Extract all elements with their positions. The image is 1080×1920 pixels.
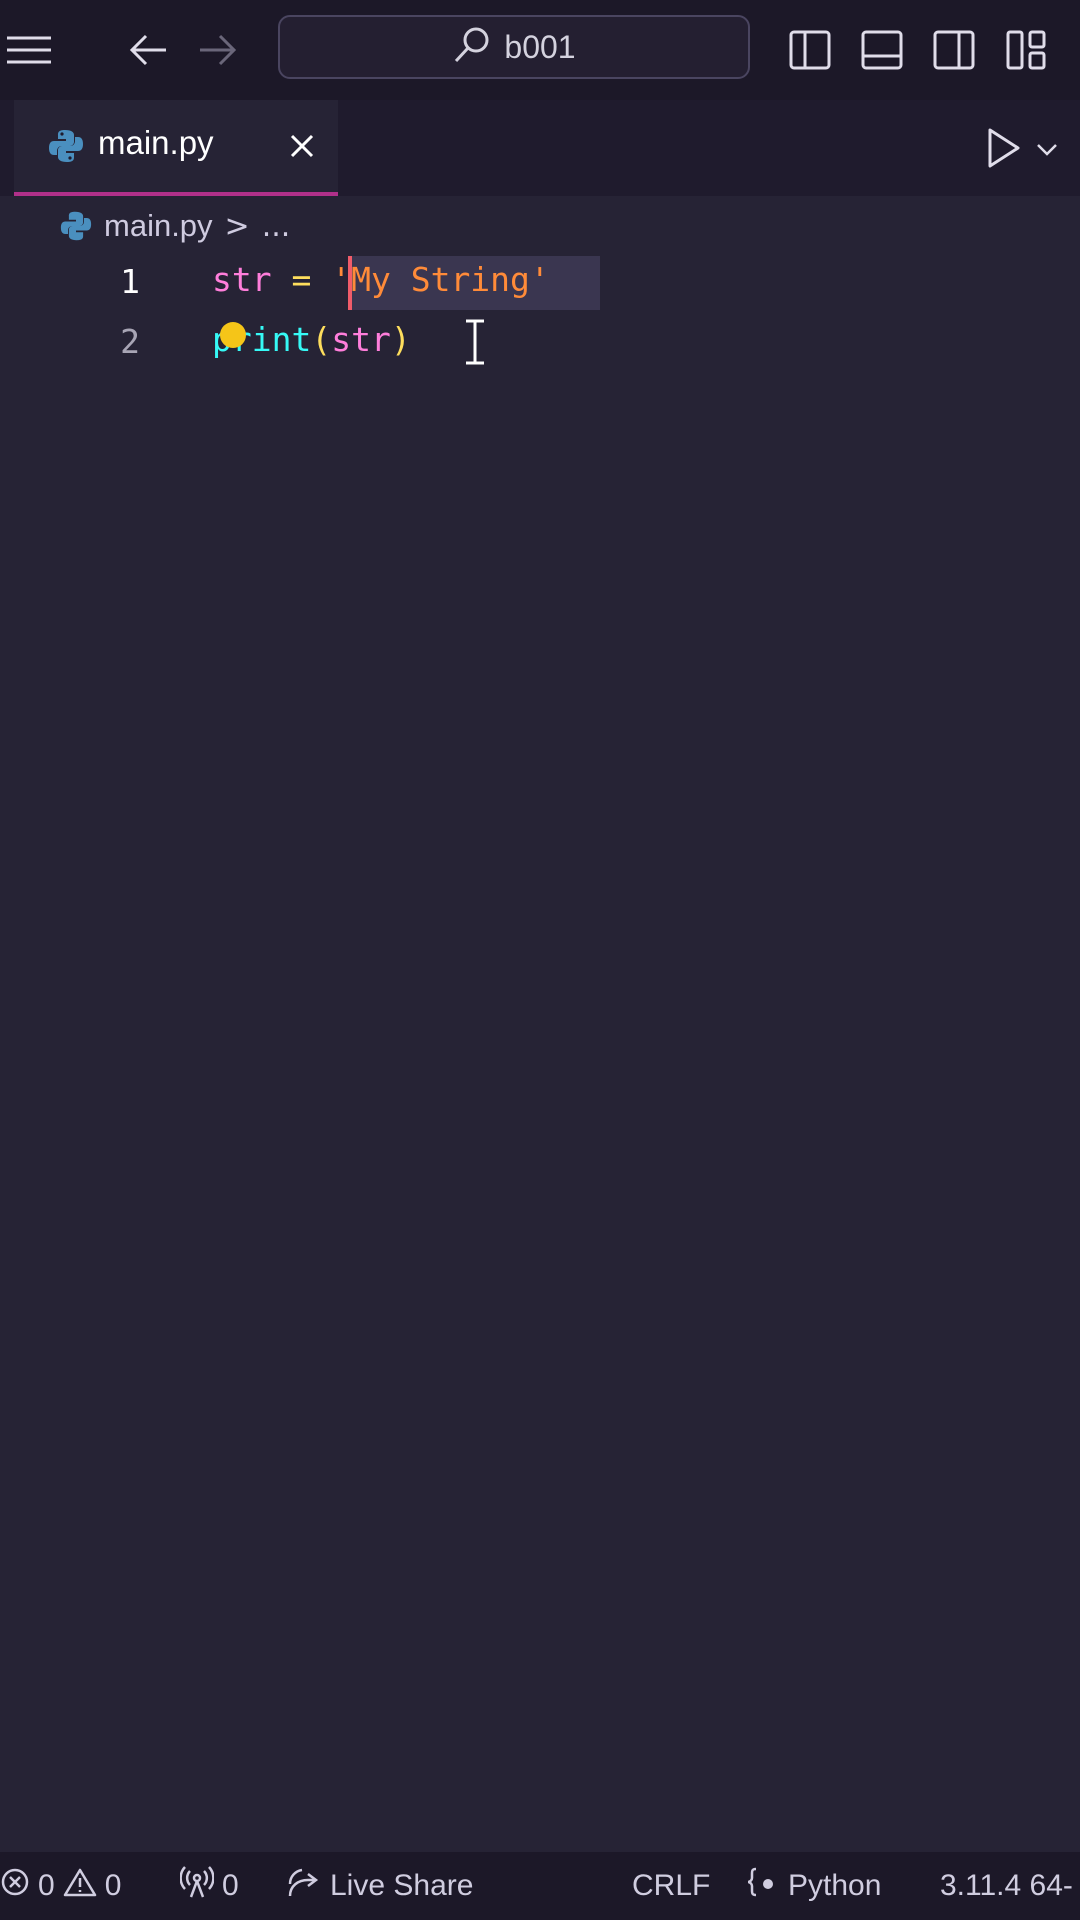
chevron-down-icon[interactable] xyxy=(1032,134,1062,164)
python-file-icon xyxy=(48,128,84,164)
live-share-button[interactable]: Live Share xyxy=(286,1852,473,1920)
warning-icon xyxy=(63,1867,97,1905)
toggle-secondary-sidebar-icon[interactable] xyxy=(930,26,978,74)
toggle-panel-icon[interactable] xyxy=(858,26,906,74)
argument-token: str xyxy=(331,320,391,359)
interpreter-label: 3.11.4 64- xyxy=(940,1869,1073,1902)
back-arrow-icon[interactable] xyxy=(120,22,176,78)
code-line[interactable]: 2 print(str) xyxy=(0,312,1080,372)
tab-main-py[interactable]: main.py xyxy=(14,100,338,196)
toggle-primary-sidebar-icon[interactable] xyxy=(786,26,834,74)
ports-count: 0 xyxy=(222,1869,239,1902)
code-line[interactable]: 1 str = 'My String' xyxy=(0,252,1080,312)
eol-indicator[interactable]: CRLF xyxy=(632,1852,710,1920)
tab-label: main.py xyxy=(98,124,214,161)
warning-count: 0 xyxy=(104,1869,122,1902)
interpreter-version[interactable]: 3.11.4 64- xyxy=(940,1852,1073,1920)
run-icon[interactable] xyxy=(984,126,1024,170)
error-icon xyxy=(0,1867,30,1905)
text-cursor-icon xyxy=(462,318,488,366)
close-icon[interactable] xyxy=(282,126,322,166)
paren-token: ) xyxy=(390,320,411,359)
error-count: 0 xyxy=(38,1869,55,1902)
eol-label: CRLF xyxy=(632,1869,711,1902)
live-share-icon xyxy=(286,1866,322,1906)
language-label: Python xyxy=(788,1869,882,1902)
menu-icon[interactable] xyxy=(0,22,56,78)
title-bar: b001 xyxy=(0,0,1080,100)
breadcrumb-symbols[interactable]: ... xyxy=(262,209,291,244)
command-center-search[interactable]: b001 xyxy=(278,15,750,79)
live-share-label: Live Share xyxy=(330,1869,474,1902)
line-number: 1 xyxy=(120,262,140,301)
editor-tab-bar: main.py xyxy=(0,100,1080,196)
code-text: str = 'My String' xyxy=(212,260,550,299)
ports-indicator[interactable]: 0 xyxy=(179,1852,239,1920)
problems-indicator[interactable]: 0 0 xyxy=(0,1852,121,1920)
string-token: 'My String' xyxy=(331,260,550,299)
code-editor[interactable]: 1 str = 'My String' 2 print(str) xyxy=(0,252,1080,1852)
variable-token: str xyxy=(212,260,272,299)
braces-icon xyxy=(746,1866,780,1906)
language-mode[interactable]: Python xyxy=(746,1852,881,1920)
operator-token: = xyxy=(291,260,312,299)
forward-arrow-icon[interactable] xyxy=(190,22,246,78)
breadcrumb: main.py > ... xyxy=(60,204,290,248)
breadcrumb-file[interactable]: main.py xyxy=(104,208,213,244)
python-file-icon xyxy=(60,210,92,242)
search-icon xyxy=(452,25,492,69)
customize-layout-icon[interactable] xyxy=(1002,26,1050,74)
status-bar: 0 0 0 Live Share CRLF Python 3.11.4 64- xyxy=(0,1852,1080,1920)
lightbulb-icon[interactable] xyxy=(220,322,246,348)
search-text: b001 xyxy=(504,28,576,65)
paren-token: ( xyxy=(311,320,332,359)
breadcrumb-separator: > xyxy=(224,208,250,244)
broadcast-icon xyxy=(179,1866,215,1906)
line-number: 2 xyxy=(120,322,140,361)
